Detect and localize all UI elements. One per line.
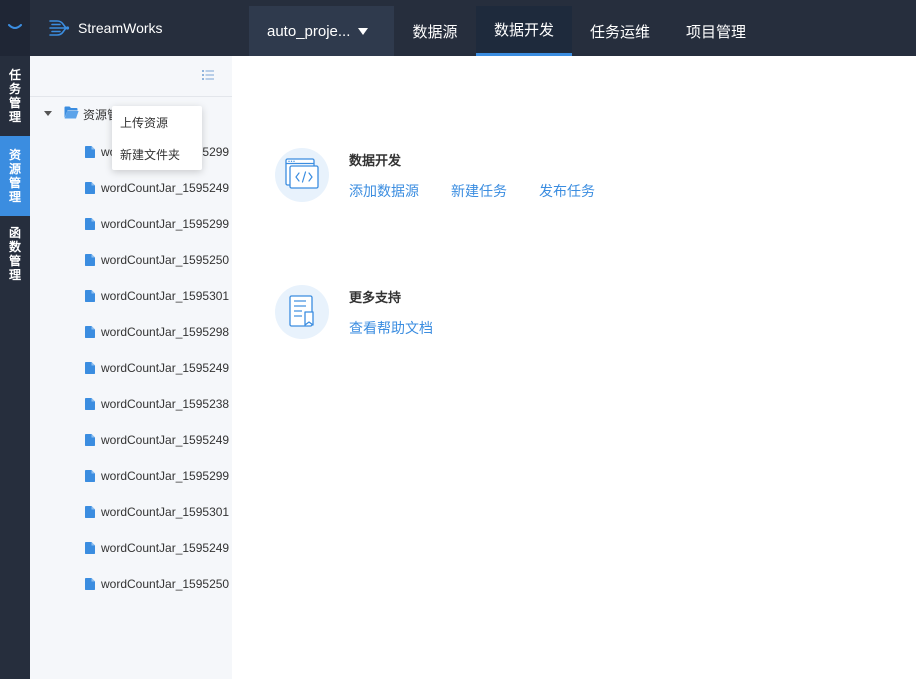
help-document-icon <box>275 285 329 339</box>
file-icon <box>85 182 95 194</box>
tree-file-name: wordCountJar_1595299 <box>101 469 230 483</box>
section-title-data-development: 数据开发 <box>349 154 402 169</box>
collapse-menu-button[interactable] <box>0 0 30 56</box>
view-help-docs-link[interactable]: 查看帮助文档 <box>349 318 433 338</box>
tree-file-name: wordCountJar_1595301 <box>101 505 230 519</box>
tab-project-management[interactable]: 项目管理 <box>676 6 756 56</box>
sidebar-item-label-char: 理 <box>8 110 21 124</box>
caret-down-icon <box>358 27 369 35</box>
file-icon <box>85 218 95 230</box>
file-icon <box>85 254 95 266</box>
brand-name: StreamWorks <box>78 20 163 36</box>
project-selector[interactable]: auto_proje... <box>249 6 394 56</box>
tree-file-name: wordCountJar_1595301 <box>101 289 230 303</box>
sidebar-item-label-char: 函 <box>8 226 21 240</box>
context-menu: 上传资源 新建文件夹 <box>112 106 202 170</box>
tree-file-item[interactable]: wordCountJar_1595250 <box>85 576 232 592</box>
tree-file-name: wordCountJar_1595238 <box>101 397 230 411</box>
tree-file-item[interactable]: wordCountJar_1595238 <box>85 396 232 412</box>
tree-file-name: wordCountJar_1595249 <box>101 433 230 447</box>
tab-datasource[interactable]: 数据源 <box>400 6 470 56</box>
publish-task-link[interactable]: 发布任务 <box>539 181 595 201</box>
file-icon <box>85 398 95 410</box>
tree-file-name: wordCountJar_1595249 <box>101 181 230 195</box>
sidebar-item-label-char: 务 <box>8 82 21 96</box>
menu-item-new-folder[interactable]: 新建文件夹 <box>120 146 180 163</box>
sidebar-item-function-management[interactable]: 函 数 管 理 <box>0 218 30 290</box>
main-content: 数据开发 添加数据源 新建任务 发布任务 更多支持 查看帮助文档 <box>232 56 916 679</box>
section-title-more-support: 更多支持 <box>349 291 402 306</box>
file-icon <box>85 578 95 590</box>
sidebar-item-label-char: 管 <box>8 96 21 110</box>
sidebar-item-label-char: 理 <box>8 190 21 204</box>
sidebar-item-label-char: 管 <box>8 254 21 268</box>
tree-file-item[interactable]: wordCountJar_1595249 <box>85 360 232 376</box>
file-icon <box>85 470 95 482</box>
sidebar-item-label-char: 任 <box>8 68 21 82</box>
sidebar-item-label-char: 资 <box>8 148 21 162</box>
left-sidebar: 任 务 管 理 资 源 管 理 函 数 管 理 <box>0 56 30 679</box>
tree-file-item[interactable]: wordCountJar_1595249 <box>85 432 232 448</box>
tree-file-item[interactable]: wordCountJar_1595299 <box>85 468 232 484</box>
tree-file-item[interactable]: wordCountJar_1595249 <box>85 540 232 556</box>
add-datasource-link[interactable]: 添加数据源 <box>349 181 419 201</box>
sidebar-item-label-char: 理 <box>8 268 21 282</box>
tab-data-development[interactable]: 数据开发 <box>476 6 572 56</box>
new-task-link[interactable]: 新建任务 <box>451 181 507 201</box>
project-selector-value: auto_proje... <box>267 22 351 40</box>
tree-file-item[interactable]: wordCountJar_1595250 <box>85 252 232 268</box>
tree-file-item[interactable]: wordCountJar_1595299 <box>85 216 232 232</box>
sidebar-item-label-char: 数 <box>8 240 21 254</box>
sidebar-item-label-char: 源 <box>8 162 21 176</box>
menu-item-upload-resource[interactable]: 上传资源 <box>120 114 168 131</box>
tree-file-item[interactable]: wordCountJar_1595249 <box>85 180 232 196</box>
folder-open-icon <box>64 106 79 119</box>
tree-file-item[interactable]: wordCountJar_1595298 <box>85 324 232 340</box>
file-icon <box>85 362 95 374</box>
file-icon <box>85 326 95 338</box>
tree-file-name: wordCountJar_1595250 <box>101 253 230 267</box>
file-icon <box>85 506 95 518</box>
tree-file-name: wordCountJar_1595250 <box>101 577 230 591</box>
list-toggle-icon[interactable] <box>202 70 214 80</box>
streamworks-logo-icon <box>49 20 70 36</box>
tree-file-item[interactable]: wordCountJar_1595301 <box>85 504 232 520</box>
tree-toolbar <box>30 56 232 97</box>
file-icon <box>85 542 95 554</box>
sidebar-item-label-char: 管 <box>8 176 21 190</box>
file-icon <box>85 146 95 158</box>
tree-file-name: wordCountJar_1595249 <box>101 541 230 555</box>
file-icon <box>85 434 95 446</box>
caret-down-icon[interactable] <box>44 111 52 116</box>
brand[interactable]: StreamWorks <box>48 0 163 56</box>
tree-file-name: wordCountJar_1595299 <box>101 217 230 231</box>
tab-task-operations[interactable]: 任务运维 <box>580 6 660 56</box>
sidebar-item-task-management[interactable]: 任 务 管 理 <box>0 60 30 132</box>
tree-file-name: wordCountJar_1595249 <box>101 361 230 375</box>
sidebar-item-resource-management[interactable]: 资 源 管 理 <box>0 136 30 216</box>
file-icon <box>85 290 95 302</box>
top-navbar: StreamWorks auto_proje... 数据源 数据开发 任务运维 … <box>0 0 916 56</box>
chevron-down-icon <box>8 24 22 29</box>
tree-file-name: wordCountJar_1595298 <box>101 325 230 339</box>
code-window-icon <box>275 148 329 202</box>
tree-file-item[interactable]: wordCountJar_1595301 <box>85 288 232 304</box>
